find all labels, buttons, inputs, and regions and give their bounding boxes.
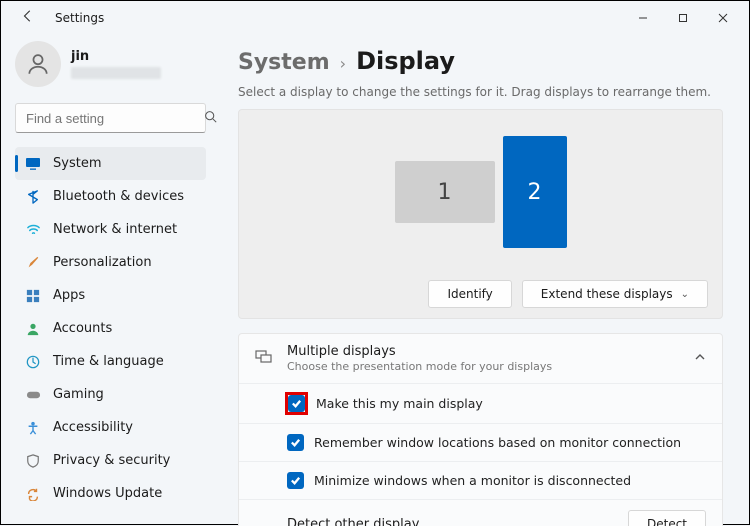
brush-icon bbox=[25, 256, 41, 270]
option-label: Remember window locations based on monit… bbox=[314, 435, 681, 450]
sidebar-item-label: Windows Update bbox=[53, 486, 162, 501]
titlebar: Settings bbox=[1, 1, 749, 35]
person-icon bbox=[25, 322, 41, 336]
option-label: Minimize windows when a monitor is disco… bbox=[314, 473, 631, 488]
option-label: Make this my main display bbox=[316, 396, 483, 411]
profile-name: jin bbox=[71, 49, 161, 65]
monitor-stage[interactable]: 1 2 bbox=[239, 110, 722, 274]
chevron-right-icon: › bbox=[340, 54, 346, 73]
display-icon bbox=[25, 156, 41, 172]
display-arrangement-panel: 1 2 Identify Extend these displays ⌄ bbox=[238, 109, 723, 319]
multiple-displays-icon bbox=[255, 348, 273, 370]
sidebar-item-label: Time & language bbox=[53, 354, 164, 369]
option-remember-locations[interactable]: Remember window locations based on monit… bbox=[239, 424, 722, 462]
sidebar: jin System Bluetooth & devices Network &… bbox=[1, 35, 216, 526]
apps-icon bbox=[25, 289, 41, 303]
checkbox-main-display[interactable] bbox=[288, 395, 305, 412]
sidebar-item-gaming[interactable]: Gaming bbox=[15, 378, 206, 411]
sidebar-item-label: Personalization bbox=[53, 255, 152, 270]
globe-clock-icon bbox=[25, 355, 41, 369]
sidebar-item-label: Bluetooth & devices bbox=[53, 189, 184, 204]
sidebar-item-time-language[interactable]: Time & language bbox=[15, 345, 206, 378]
sidebar-item-personalization[interactable]: Personalization bbox=[15, 246, 206, 279]
sidebar-item-label: Accessibility bbox=[53, 420, 133, 435]
checkbox-minimize-disconnect[interactable] bbox=[287, 472, 304, 489]
profile-email-redacted bbox=[71, 67, 161, 79]
option-minimize-disconnect[interactable]: Minimize windows when a monitor is disco… bbox=[239, 462, 722, 500]
monitor-2[interactable]: 2 bbox=[503, 136, 567, 248]
sidebar-item-accessibility[interactable]: Accessibility bbox=[15, 411, 206, 444]
chevron-down-icon: ⌄ bbox=[681, 289, 689, 300]
window-title: Settings bbox=[55, 11, 104, 25]
sidebar-item-apps[interactable]: Apps bbox=[15, 279, 206, 312]
sidebar-item-accounts[interactable]: Accounts bbox=[15, 312, 206, 345]
accessibility-icon bbox=[25, 421, 41, 435]
search-field[interactable] bbox=[24, 110, 204, 127]
section-desc: Choose the presentation mode for your di… bbox=[287, 360, 680, 373]
back-button[interactable] bbox=[17, 9, 39, 27]
sidebar-item-network[interactable]: Network & internet bbox=[15, 213, 206, 246]
profile-block[interactable]: jin bbox=[15, 39, 206, 97]
option-detect-other: Detect other display Detect bbox=[239, 500, 722, 526]
page-title: Display bbox=[356, 47, 455, 75]
update-icon bbox=[25, 487, 41, 501]
multiple-displays-section: Multiple displays Choose the presentatio… bbox=[238, 333, 723, 526]
sidebar-item-label: Accounts bbox=[53, 321, 112, 336]
detect-button[interactable]: Detect bbox=[628, 510, 706, 526]
bluetooth-icon bbox=[25, 190, 41, 204]
search-input[interactable] bbox=[15, 103, 206, 133]
identify-button[interactable]: Identify bbox=[428, 280, 511, 308]
option-main-display[interactable]: Make this my main display bbox=[239, 384, 722, 424]
sidebar-item-system[interactable]: System bbox=[15, 147, 206, 180]
sidebar-item-label: Apps bbox=[53, 288, 85, 303]
breadcrumb: System › Display bbox=[238, 47, 723, 75]
minimize-button[interactable] bbox=[623, 4, 663, 32]
sidebar-item-label: Gaming bbox=[53, 387, 104, 402]
maximize-button[interactable] bbox=[663, 4, 703, 32]
page-subtitle: Select a display to change the settings … bbox=[238, 85, 723, 99]
section-header[interactable]: Multiple displays Choose the presentatio… bbox=[239, 334, 722, 384]
sidebar-item-windows-update[interactable]: Windows Update bbox=[15, 477, 206, 510]
sidebar-item-label: Network & internet bbox=[53, 222, 177, 237]
shield-icon bbox=[25, 454, 41, 468]
checkbox-remember-locations[interactable] bbox=[287, 434, 304, 451]
monitor-1[interactable]: 1 bbox=[395, 161, 495, 223]
section-title: Multiple displays bbox=[287, 344, 680, 359]
sidebar-item-bluetooth[interactable]: Bluetooth & devices bbox=[15, 180, 206, 213]
avatar bbox=[15, 41, 61, 87]
main-content: System › Display Select a display to cha… bbox=[216, 35, 749, 526]
breadcrumb-parent[interactable]: System bbox=[238, 50, 330, 75]
sidebar-nav: System Bluetooth & devices Network & int… bbox=[15, 147, 206, 510]
chevron-up-icon[interactable] bbox=[694, 351, 706, 366]
wifi-icon bbox=[25, 222, 41, 237]
extend-displays-dropdown[interactable]: Extend these displays ⌄ bbox=[522, 280, 708, 308]
sidebar-item-label: System bbox=[53, 156, 101, 171]
close-button[interactable] bbox=[703, 4, 743, 32]
gaming-icon bbox=[25, 387, 41, 402]
sidebar-item-label: Privacy & security bbox=[53, 453, 170, 468]
highlight-marker bbox=[287, 394, 306, 413]
sidebar-item-privacy[interactable]: Privacy & security bbox=[15, 444, 206, 477]
